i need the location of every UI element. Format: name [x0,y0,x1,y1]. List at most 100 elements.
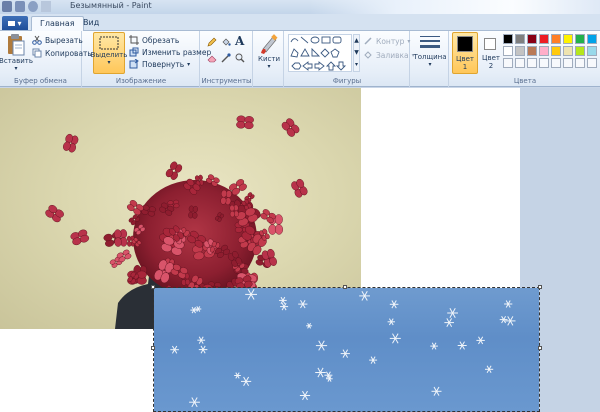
butterfly [45,204,64,223]
polygon-shape-icon [290,48,299,58]
paste-button[interactable]: Вставить ▾ [0,33,33,72]
arrow-down-shape-icon [335,61,347,71]
size-button[interactable]: Толщина ▾ [413,35,447,68]
snowflake [240,376,252,387]
palette-empty-swatch[interactable] [551,58,561,68]
file-menu-button[interactable]: ▾ [2,16,28,30]
palette-swatch[interactable] [563,34,573,44]
paste-dropdown-arrow[interactable]: ▾ [14,65,17,72]
snowflake [485,365,494,374]
palette-empty-swatch[interactable] [575,58,585,68]
palette-empty-swatch[interactable] [563,58,573,68]
snowflake [245,289,257,300]
snowflake [387,318,396,326]
color-picker-icon[interactable] [221,53,231,63]
color1-button[interactable]: Цвет 1 [452,32,478,74]
quick-access-toolbar [2,1,51,12]
palette-swatch[interactable] [527,46,537,56]
redo-icon[interactable] [41,1,51,12]
brushes-button[interactable]: Кисти ▾ [256,33,282,70]
clipboard-group: Вставить ▾ Вырезать Копировать Буфер обм… [0,31,92,87]
save-icon[interactable] [15,1,25,12]
palette-swatch[interactable] [587,34,597,44]
rotate-dropdown-arrow[interactable]: ▾ [187,61,190,68]
file-menu-arrow: ▾ [17,18,22,28]
palette-swatch[interactable] [515,46,525,56]
outline-dropdown-arrow: ▾ [407,37,411,45]
copy-icon [32,48,42,58]
snowflake [315,340,328,351]
shapes-gallery[interactable] [288,34,352,72]
snowflake [298,299,308,309]
snowflake [189,397,200,408]
fill-label: Заливка [376,50,409,60]
magnifier-icon[interactable] [235,53,245,63]
snowflake [234,372,241,379]
colors-group: Цвет 1 Цвет 2 Цвета [450,31,600,87]
snowflake [306,322,313,329]
palette-empty-swatch[interactable] [527,58,537,68]
pasted-snowflake-pattern[interactable] [154,288,539,412]
snowflake [457,341,467,350]
rectangle-shape-icon [321,36,331,44]
crop-button[interactable]: Обрезать [129,35,179,45]
image-group: Выделить ▾ Обрезать Изменить размер Пове… [83,31,211,87]
palette-swatch[interactable] [503,46,513,56]
snowflake [389,300,399,309]
snowflake [299,390,311,401]
rotate-button[interactable]: Повернуть ▾ [129,59,190,69]
snowflake [476,336,485,345]
file-menu-icon [8,20,16,26]
color2-button[interactable]: Цвет 2 [480,32,502,74]
undo-icon[interactable] [28,1,38,12]
paste-icon [8,34,25,56]
outline-icon [364,37,372,45]
color2-swatch [484,38,496,50]
palette-swatch[interactable] [503,34,513,44]
palette-swatch[interactable] [575,46,585,56]
snowflake [430,342,438,350]
palette-swatch[interactable] [563,46,573,56]
brushes-dropdown-arrow[interactable]: ▾ [267,63,270,70]
select-button[interactable]: Выделить ▾ [91,32,127,74]
palette-swatch[interactable] [551,34,561,44]
palette-swatch[interactable] [587,46,597,56]
snowflake [197,336,206,344]
palette-empty-swatch[interactable] [587,58,597,68]
resize-button[interactable]: Изменить размер [129,47,211,57]
butterfly [291,178,308,198]
rotate-label: Повернуть [142,59,185,69]
cut-label: Вырезать [45,35,83,45]
ribbon-tabs: ▾ Главная Вид [0,14,600,31]
size-dropdown-arrow[interactable]: ▾ [428,61,431,68]
snowflake [504,300,513,308]
outline-button[interactable]: Контур ▾ [363,36,410,46]
fill-bucket-icon[interactable] [221,37,231,47]
eraser-icon[interactable] [207,53,217,63]
shapes-scroll[interactable]: ▲ ▼ ▾ [353,34,360,72]
select-dropdown-arrow[interactable]: ▾ [107,59,110,66]
palette-empty-swatch[interactable] [539,58,549,68]
palette-swatch[interactable] [551,46,561,56]
title-bar: Безымянный - Paint [0,0,600,14]
text-tool-icon[interactable]: A [235,34,244,48]
palette-empty-swatch[interactable] [515,58,525,68]
drawing-canvas[interactable] [0,88,542,412]
palette-swatch[interactable] [539,46,549,56]
cut-button[interactable]: Вырезать [32,35,83,45]
tools-group: A Инструменты [201,31,253,87]
fill-button[interactable]: Заливка ▾ [363,50,415,60]
pencil-icon[interactable] [207,37,217,47]
palette-swatch[interactable] [575,34,585,44]
palette-swatch[interactable] [539,34,549,44]
hexagon-shape-icon [291,62,302,70]
color1-swatch [457,36,473,52]
palette-swatch[interactable] [515,34,525,44]
triangle-shape-icon [300,48,310,57]
shapes-group: ▲ ▼ ▾ Контур ▾ Заливка ▾ Фигуры [285,31,415,87]
snowflake [369,356,378,364]
palette-empty-swatch[interactable] [503,58,513,68]
paint-app-icon[interactable] [2,1,12,12]
tab-view[interactable]: Вид [75,16,107,31]
palette-swatch[interactable] [527,34,537,44]
